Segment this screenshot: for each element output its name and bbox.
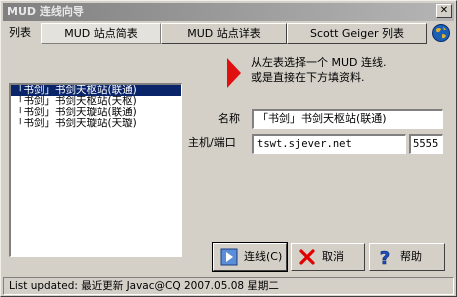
list-label: 列表: [9, 23, 39, 44]
list-item[interactable]: 「书剑」书剑天枢站(联通): [11, 85, 181, 96]
port-field[interactable]: 5555: [409, 134, 443, 154]
tab-scott-geiger-list[interactable]: Scott Geiger 列表: [287, 23, 427, 44]
cancel-x-icon: [299, 249, 315, 265]
server-list[interactable]: 「书剑」书剑天枢站(联通) 「书剑」书剑天枢站(天枢) 「书剑」书剑天璇站(联通…: [9, 83, 182, 257]
window-title: MUD 连线向导: [7, 5, 84, 18]
connect-button[interactable]: 连线(C): [212, 242, 288, 272]
help-label: 帮助: [400, 250, 422, 263]
title-bar[interactable]: MUD 连线向导 ✕: [3, 3, 454, 21]
instruction-text: 从左表选择一个 MUD 连线. 或是直接在下方填资料.: [251, 55, 387, 85]
instruction-line-1: 从左表选择一个 MUD 连线.: [251, 56, 387, 69]
cancel-label: 取消: [322, 250, 344, 263]
list-item[interactable]: 「书剑」书剑天璇站(天璇): [11, 118, 181, 129]
red-arrow-icon: [227, 58, 241, 88]
name-field[interactable]: 「书剑」书剑天枢站(联通): [252, 109, 443, 129]
tab-brief-list[interactable]: MUD 站点简表: [41, 23, 161, 44]
close-button[interactable]: ✕: [436, 4, 452, 18]
wizard-window: MUD 连线向导 ✕ 列表 MUD 站点简表 MUD 站点详表 Scott Ge…: [0, 0, 457, 297]
connect-icon: [220, 248, 238, 266]
question-mark-icon: ?: [379, 248, 390, 266]
list-item[interactable]: 「书剑」书剑天枢站(天枢): [11, 96, 181, 107]
host-field[interactable]: tswt.sjever.net: [252, 134, 406, 154]
name-label: 名称: [218, 112, 240, 125]
cancel-button[interactable]: 取消: [291, 243, 365, 271]
connect-label: 连线(C): [244, 250, 283, 263]
tab-bar: 列表 MUD 站点简表 MUD 站点详表 Scott Geiger 列表: [3, 21, 454, 45]
status-bar: List updated: 最近更新 Javac@CQ 2007.05.08 星…: [3, 277, 454, 295]
host-port-label: 主机/端口: [188, 136, 236, 149]
help-button[interactable]: ? 帮助: [369, 243, 445, 271]
svg-text:?: ?: [380, 248, 390, 266]
list-item[interactable]: 「书剑」书剑天璇站(联通): [11, 107, 181, 118]
globe-icon[interactable]: [431, 23, 451, 43]
tab-detail-list[interactable]: MUD 站点详表: [161, 23, 287, 44]
instruction-line-2: 或是直接在下方填资料.: [251, 71, 365, 84]
